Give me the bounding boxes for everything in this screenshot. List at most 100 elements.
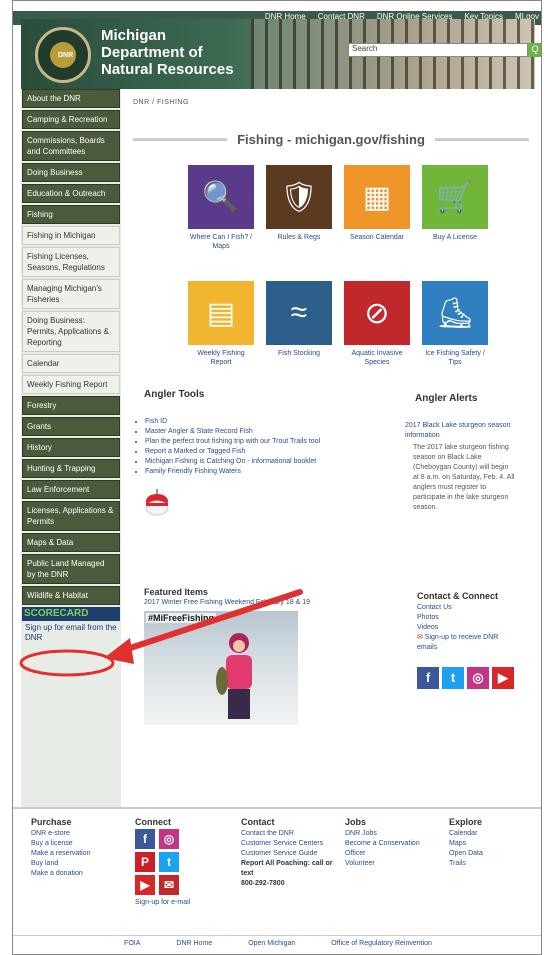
youtube-icon[interactable]: ▶ (492, 667, 514, 689)
sidebar-item[interactable]: Calendar (22, 354, 120, 373)
tile-icon: 🛡 (279, 180, 319, 214)
envelope-icon: ✉ (417, 634, 425, 641)
angler-alerts-box: 2017 Black Lake sturgeon season informat… (405, 421, 515, 513)
footer-email-icon[interactable]: ✉ (159, 875, 179, 895)
footer-link[interactable]: Buy land (31, 859, 91, 869)
dnr-logo[interactable]: DNR (35, 27, 91, 83)
sidebar-item[interactable]: Grants (22, 417, 120, 436)
tile-link[interactable]: ▤ Weekly Fishing Report (188, 281, 254, 367)
bottom-link[interactable]: DNR Home (176, 936, 212, 951)
contact-dnr-link[interactable]: Contact the DNR (241, 829, 337, 839)
sidebar-item[interactable]: Weekly Fishing Report (22, 375, 120, 394)
bottom-link[interactable]: Office of Regulatory Reinvention (331, 936, 432, 951)
angler-tool-link[interactable]: Family Friendly Fishing Waters (145, 467, 320, 477)
footer-link[interactable]: DNR Jobs (345, 829, 435, 839)
angler-tool-link[interactable]: Report a Marked or Tagged Fish (145, 447, 320, 457)
sidebar-item[interactable]: Doing Business (22, 163, 120, 182)
contact-us-link[interactable]: Contact Us (417, 603, 517, 613)
tile-link[interactable]: ⛸ Ice Fishing Safety / Tips (422, 281, 488, 367)
scorecard-banner[interactable]: SCORECARD (22, 607, 120, 621)
sidebar-item[interactable]: Education & Outreach (22, 184, 120, 203)
sidebar-item[interactable]: Commissions, Boards and Committees (22, 131, 120, 161)
sidebar-item[interactable]: Licenses, Applications & Permits (22, 501, 120, 531)
sturgeon-season-link[interactable]: 2017 Black Lake sturgeon season informat… (405, 421, 515, 441)
tile-link[interactable]: ⊘ Aquatic Invasive Species (344, 281, 410, 367)
tile-icon: ⊘ (364, 296, 390, 330)
sidebar-item[interactable]: Law Enforcement (22, 480, 120, 499)
customer-service-guide-link[interactable]: Customer Service Guide (241, 849, 337, 859)
angler-tool-link[interactable]: Michigan Fishing is Catching On - inform… (145, 457, 320, 467)
footer-link[interactable]: Open Data (449, 849, 483, 859)
angler-tool-link[interactable]: Plan the perfect trout fishing trip with… (145, 437, 320, 447)
sidebar-item[interactable]: About the DNR (22, 89, 120, 108)
footer-pinterest-icon[interactable]: P (135, 852, 155, 872)
sidebar-item[interactable]: Fishing in Michigan (22, 226, 120, 245)
tile-image: ▤ (188, 281, 254, 345)
footer-heading: Purchase (31, 817, 72, 827)
tile-link[interactable]: ▦ Season Calendar (344, 165, 410, 242)
sidebar-item[interactable]: Camping & Recreation (22, 110, 120, 129)
footer-link[interactable]: Become a Conservation Officer (345, 839, 435, 859)
photos-link[interactable]: Photos (417, 613, 517, 623)
footer-link[interactable]: Make a donation (31, 869, 91, 879)
sidebar-email-signup[interactable]: Sign up for email from the DNR (22, 621, 120, 645)
customer-service-centers-link[interactable]: Customer Service Centers (241, 839, 337, 849)
bottom-link[interactable]: FOIA (124, 936, 140, 951)
sidebar-item[interactable]: Maps & Data (22, 533, 120, 552)
sidebar-item[interactable]: Fishing (22, 205, 120, 224)
twitter-icon[interactable]: t (442, 667, 464, 689)
footer-instagram-icon[interactable]: ◎ (159, 829, 179, 849)
sidebar-item[interactable]: Wildlife & Habitat (22, 586, 120, 605)
tile-label: Ice Fishing Safety / Tips (425, 350, 485, 366)
contact-connect-heading: Contact & Connect (417, 591, 498, 601)
footer-link[interactable]: DNR e-store (31, 829, 91, 839)
sidebar-item[interactable]: Doing Business: Permits, Applications & … (22, 311, 120, 352)
footer-link[interactable]: Maps (449, 839, 483, 849)
tile-link[interactable]: 🛡 Rules & Regs (266, 165, 332, 242)
facebook-icon[interactable]: f (417, 667, 439, 689)
sidebar-item[interactable]: Forestry (22, 396, 120, 415)
email-signup-label: Sign-up to receive DNR emails (417, 634, 499, 651)
email-signup-link[interactable]: ✉ Sign-up to receive DNR emails (417, 633, 517, 653)
angler-tool-link[interactable]: Master Angler & State Record Fish (145, 427, 320, 437)
footer-youtube-icon[interactable]: ▶ (135, 875, 155, 895)
footer-link[interactable]: Make a reservation (31, 849, 91, 859)
search-icon: Q (531, 44, 539, 54)
tile-link[interactable]: ≈ Fish Stocking (266, 281, 332, 358)
agency-name[interactable]: Michigan Department of Natural Resources (101, 27, 234, 78)
featured-photo[interactable]: #MiFreeFishing (144, 611, 298, 725)
angler-tools-heading: Angler Tools (144, 389, 205, 400)
sidebar-item[interactable]: Managing Michigan's Fisheries (22, 279, 120, 309)
sidebar-item[interactable]: Public Land Managed by the DNR (22, 554, 120, 584)
poaching-phone[interactable]: 800-292-7800 (241, 879, 337, 889)
tile-image: 🛡 (266, 165, 332, 229)
sidebar-item[interactable]: Fishing Licenses, Seasons, Regulations (22, 247, 120, 277)
instagram-icon[interactable]: ◎ (467, 667, 489, 689)
videos-link[interactable]: Videos (417, 623, 517, 633)
breadcrumb: DNR / FISHING (133, 99, 189, 106)
footer-link[interactable]: Volunteer (345, 859, 435, 869)
title-rule-left (133, 137, 228, 141)
footer-link[interactable]: Calendar (449, 829, 483, 839)
logo-text: DNR (58, 52, 74, 59)
sturgeon-season-text: The 2017 lake sturgeon fishing season on… (413, 444, 515, 511)
footer-twitter-icon[interactable]: t (159, 852, 179, 872)
search-input[interactable]: Search (348, 43, 528, 57)
bobber-icon (145, 489, 169, 516)
footer-purchase: Purchase DNR e-store Buy a license Make a r… (31, 817, 91, 879)
bottom-link[interactable]: Open Michigan (248, 936, 295, 951)
angler-tool-link[interactable]: Fish ID (145, 417, 320, 427)
tile-label: Aquatic Invasive Species (351, 350, 403, 366)
site-footer: Purchase DNR e-store Buy a license Make a r… (13, 807, 541, 935)
search-button[interactable]: Q (528, 43, 541, 57)
footer-link[interactable]: Trails (449, 859, 483, 869)
tile-link[interactable]: 🔍 Where Can I Fish? / Maps (188, 165, 254, 251)
free-fishing-weekend-link[interactable]: 2017 Winter Free Fishing Weekend Februar… (144, 599, 374, 606)
tile-link[interactable]: 🛒 Buy A License (422, 165, 488, 242)
tile-icon: ▦ (362, 180, 392, 214)
sidebar-item[interactable]: Hunting & Trapping (22, 459, 120, 478)
footer-email-signup-link[interactable]: Sign-up for e-mail (135, 898, 190, 908)
footer-facebook-icon[interactable]: f (135, 829, 155, 849)
sidebar-item[interactable]: History (22, 438, 120, 457)
footer-link[interactable]: Buy a license (31, 839, 91, 849)
